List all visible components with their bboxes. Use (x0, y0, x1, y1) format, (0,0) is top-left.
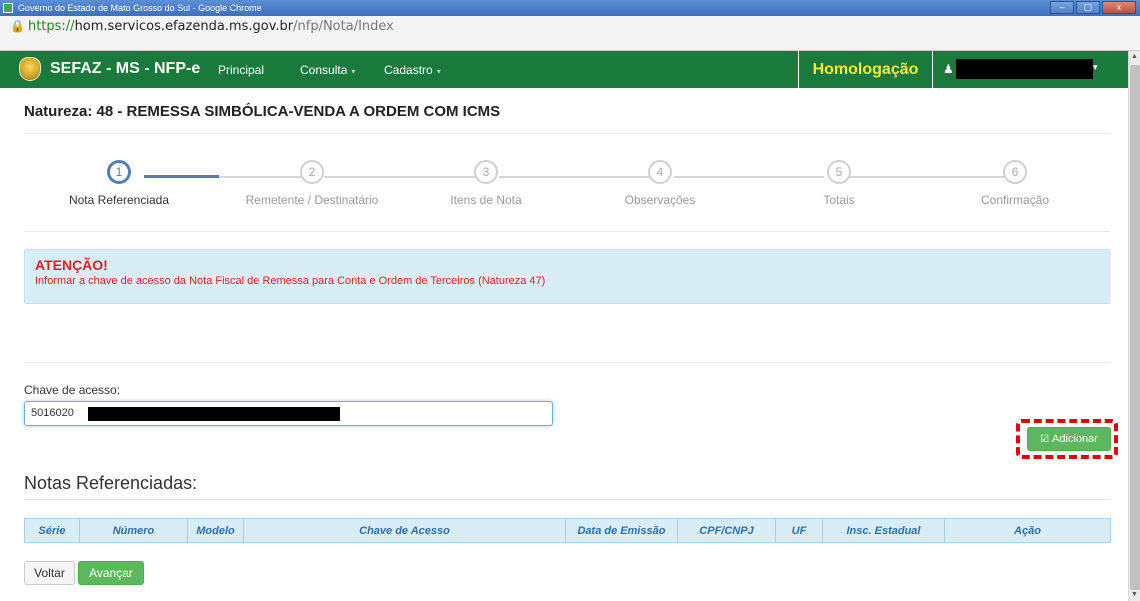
window-title: Governo do Estado de Mato Grosso do Sul … (18, 3, 262, 13)
step-number: 4 (648, 160, 672, 184)
step-number: 5 (827, 160, 851, 184)
column-header: Ação (944, 518, 1111, 543)
maximize-button[interactable]: ▢ (1076, 1, 1100, 14)
table-header-row: Série Número Modelo Chave de Acesso Data… (24, 518, 1111, 543)
scroll-up-icon[interactable]: ▲ (1131, 53, 1138, 60)
state-coat-of-arms-logo (19, 57, 41, 81)
referenced-notes-table: Série Número Modelo Chave de Acesso Data… (24, 518, 1111, 543)
section-title: Notas Referenciadas: (24, 473, 198, 493)
minimize-button[interactable]: – (1050, 1, 1074, 14)
wizard-steps: 1 Nota Referenciada 2 Remetente / Destin… (24, 160, 1110, 220)
column-header: CPF/CNPJ (677, 518, 776, 543)
add-button[interactable]: ☑ Adicionar (1027, 427, 1111, 451)
environment-label: Homologação (798, 51, 933, 88)
wizard-step-3[interactable]: 3 Itens de Nota (411, 160, 561, 207)
check-square-icon: ☑ (1040, 434, 1050, 445)
scrollbar-thumb[interactable] (1130, 65, 1140, 590)
column-header: Modelo (187, 518, 244, 543)
brand-title[interactable]: SEFAZ - MS - NFP-e (50, 60, 200, 78)
column-header: Número (79, 518, 188, 543)
redacted-username (956, 59, 1093, 79)
wizard-step-6[interactable]: 6 Confirmação (940, 160, 1090, 207)
chrome-app-icon (3, 3, 13, 13)
url-host: hom.servicos.efazenda.ms.gov.br (74, 19, 294, 34)
nav-item-consulta[interactable]: Consulta ▾ (300, 63, 355, 77)
attention-alert: ATENÇÃO! Informar a chave de acesso da N… (24, 249, 1110, 304)
nav-item-principal[interactable]: Principal (218, 63, 264, 77)
user-icon: ♟ (943, 62, 954, 76)
nav-item-label: Consulta (300, 63, 348, 77)
page-title: Natureza: 48 - REMESSA SIMBÓLICA-VENDA A… (24, 103, 501, 120)
step-label: Itens de Nota (450, 193, 522, 207)
access-key-value: 5016020 (31, 407, 74, 419)
app-navbar: SEFAZ - MS - NFP-e Principal Consulta ▾ C… (0, 51, 1128, 88)
divider (24, 231, 1110, 232)
next-button[interactable]: Avançar (78, 561, 144, 585)
column-header: UF (775, 518, 823, 543)
add-button-label: Adicionar (1052, 433, 1098, 445)
scroll-down-icon[interactable]: ▼ (1131, 591, 1138, 598)
step-number: 2 (300, 160, 324, 184)
column-header: Chave de Acesso (243, 518, 566, 543)
wizard-step-1[interactable]: 1 Nota Referenciada (44, 160, 194, 207)
back-button[interactable]: Voltar (24, 561, 75, 585)
step-label: Totais (823, 193, 855, 207)
step-label: Nota Referenciada (68, 193, 170, 207)
nav-item-cadastro[interactable]: Cadastro ▾ (384, 63, 441, 77)
step-number: 3 (474, 160, 498, 184)
caret-down-icon: ▾ (351, 67, 356, 76)
column-header: Insc. Estadual (822, 518, 945, 543)
address-bar[interactable]: 🔒 https://hom.servicos.efazenda.ms.gov.br… (0, 16, 1140, 51)
window-title-bar: Governo do Estado de Mato Grosso do Sul … (0, 0, 1140, 16)
divider (24, 362, 1110, 363)
access-key-input[interactable]: 5016020 (24, 401, 553, 426)
wizard-step-5[interactable]: 5 Totais (764, 160, 914, 207)
step-number: 6 (1003, 160, 1027, 184)
url-scheme: https:// (27, 19, 75, 34)
wizard-step-4[interactable]: 4 Observações (585, 160, 735, 207)
vertical-scrollbar[interactable]: ▲ ▼ (1128, 51, 1140, 601)
step-label: Observações (624, 193, 696, 207)
caret-down-icon: ▾ (1093, 62, 1098, 72)
close-button[interactable]: x (1102, 1, 1136, 14)
alert-title: ATENÇÃO! (35, 257, 108, 273)
nav-item-label: Principal (218, 63, 265, 77)
nav-item-label: Cadastro (384, 63, 433, 77)
divider (24, 133, 1110, 134)
column-header: Data de Emissão (565, 518, 678, 543)
column-header: Série (24, 518, 80, 543)
alert-text: Informar a chave de acesso da Nota Fisca… (35, 275, 546, 287)
lock-icon: 🔒 (10, 19, 25, 33)
window-controls: – ▢ x (1050, 1, 1136, 14)
wizard-step-2[interactable]: 2 Remetente / Destinatário (237, 160, 387, 207)
step-label: Remetente / Destinatário (245, 193, 379, 207)
access-key-label: Chave de acesso: (24, 383, 121, 397)
step-number: 1 (107, 160, 131, 184)
divider (24, 499, 1110, 500)
url-path: /nfp/Nota/Index (293, 19, 394, 34)
url-display[interactable]: 🔒 https://hom.servicos.efazenda.ms.gov.br… (10, 16, 1130, 36)
step-label: Confirmação (980, 193, 1050, 207)
caret-down-icon: ▾ (436, 67, 441, 76)
redacted-key-value (88, 407, 340, 421)
